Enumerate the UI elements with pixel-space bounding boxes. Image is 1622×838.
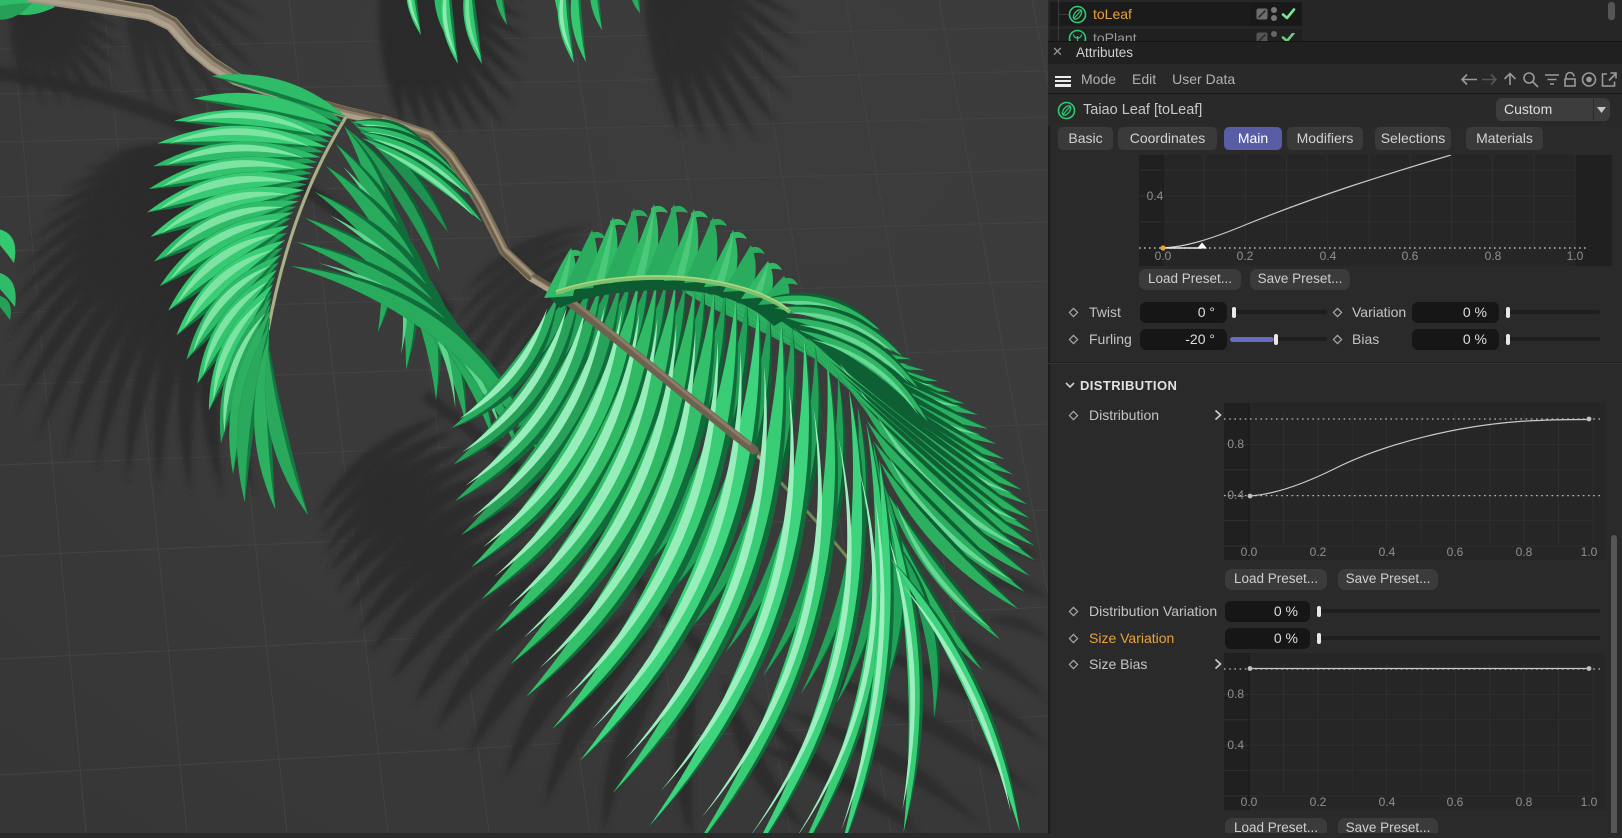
svg-text:0.2: 0.2 <box>1310 795 1327 809</box>
svg-text:0.8: 0.8 <box>1485 249 1502 263</box>
svg-text:0.8: 0.8 <box>1227 437 1244 451</box>
svg-text:0.4: 0.4 <box>1227 738 1244 752</box>
svg-text:0.6: 0.6 <box>1447 545 1464 559</box>
svg-text:0.2: 0.2 <box>1237 249 1254 263</box>
svg-text:0.0: 0.0 <box>1241 545 1258 559</box>
svg-text:0.0: 0.0 <box>1241 795 1258 809</box>
svg-text:1.0: 1.0 <box>1581 795 1598 809</box>
svg-text:0.4: 0.4 <box>1147 189 1164 203</box>
svg-text:0.4: 0.4 <box>1227 488 1244 502</box>
svg-text:0.6: 0.6 <box>1402 249 1419 263</box>
svg-text:0.6: 0.6 <box>1447 795 1464 809</box>
svg-text:1.0: 1.0 <box>1581 545 1598 559</box>
svg-text:1.0: 1.0 <box>1567 249 1584 263</box>
svg-text:0.4: 0.4 <box>1320 249 1337 263</box>
svg-text:0.4: 0.4 <box>1379 545 1396 559</box>
svg-text:0.2: 0.2 <box>1310 545 1327 559</box>
svg-text:0.4: 0.4 <box>1379 795 1396 809</box>
svg-text:0.8: 0.8 <box>1516 795 1533 809</box>
svg-text:0.8: 0.8 <box>1516 545 1533 559</box>
svg-text:0.8: 0.8 <box>1227 687 1244 701</box>
svg-text:0.0: 0.0 <box>1155 249 1172 263</box>
